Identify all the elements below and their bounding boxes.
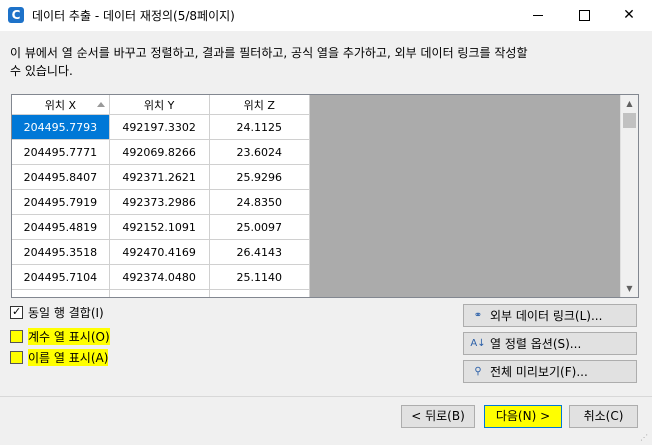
full-preview-button[interactable]: ⚲ 전체 미리보기(F)... [463, 360, 637, 383]
table-cell[interactable]: 24.1125 [209, 114, 311, 140]
table-cell[interactable]: 204495.7104 [12, 264, 110, 290]
show-count-checkbox[interactable] [10, 329, 23, 343]
sort-az-icon: A↓ [470, 337, 486, 349]
table-cell[interactable]: 23.6024 [209, 139, 311, 165]
column-sort-options-button[interactable]: A↓ 열 정렬 옵션(S)... [463, 332, 637, 355]
close-button[interactable]: ✕ [606, 0, 652, 31]
scroll-up-icon[interactable]: ▲ [621, 95, 638, 112]
maximize-button[interactable] [561, 0, 607, 31]
table-cell[interactable]: 492373.2986 [109, 189, 210, 215]
table-row[interactable]: 204495.7104 492374.0480 25.1140 [12, 264, 311, 290]
minimize-button[interactable] [515, 0, 561, 31]
back-button[interactable]: < 뒤로(B) [401, 405, 475, 428]
table-row[interactable]: 204495.7793 492197.3302 24.1125 [12, 114, 311, 140]
full-preview-label: 전체 미리보기(F)... [490, 365, 588, 379]
column-header-label: 위치 Y [143, 98, 175, 112]
table-cell[interactable]: 492371.2621 [109, 164, 210, 190]
table-cell[interactable]: 204495.4986 [12, 289, 110, 297]
resize-grip-icon[interactable]: ⋰ [640, 433, 650, 443]
show-count-label: 계수 열 표시(O) [28, 327, 110, 345]
link-icon: ⚭ [473, 309, 483, 321]
table-header-row: 위치 X 위치 Y 위치 Z [12, 95, 311, 115]
minimize-icon [533, 14, 543, 16]
table-cell[interactable]: 492069.8266 [109, 139, 210, 165]
scroll-down-icon[interactable]: ▼ [621, 280, 638, 297]
table-cell[interactable]: 204495.8407 [12, 164, 110, 190]
table-cell[interactable]: 492197.3302 [109, 114, 210, 140]
table-cell[interactable]: 25.6989 [209, 289, 311, 297]
table-cell[interactable]: 25.1140 [209, 264, 311, 290]
table-row[interactable]: 204495.4986 492375.4165 25.6989 [12, 289, 311, 297]
table-cell[interactable]: 25.9296 [209, 164, 311, 190]
column-header-y[interactable]: 위치 Y [109, 95, 210, 115]
show-count-option[interactable]: 계수 열 표시(O) [10, 327, 110, 345]
column-sort-options-label: 열 정렬 옵션(S)... [490, 337, 582, 351]
table-cell[interactable]: 492375.4165 [109, 289, 210, 297]
table-row[interactable]: 204495.8407 492371.2621 25.9296 [12, 164, 311, 190]
external-data-link-label: 외부 데이터 링크(L)... [490, 309, 603, 323]
preview-magnifier-icon: ⚲ [474, 365, 482, 377]
table-cell[interactable]: 492152.1091 [109, 214, 210, 240]
show-name-label: 이름 열 표시(A) [28, 348, 109, 366]
vertical-scrollbar[interactable]: ▲ ▼ [620, 95, 638, 297]
table-row[interactable]: 204495.7771 492069.8266 23.6024 [12, 139, 311, 165]
next-button[interactable]: 다음(N) > [484, 405, 562, 428]
combine-rows-label: 동일 행 결합(I) [28, 305, 104, 320]
data-grid[interactable]: 위치 X 위치 Y 위치 Z 204495.7793 492197.3302 2… [11, 94, 639, 298]
table-cell[interactable]: 24.8350 [209, 189, 311, 215]
table-cell[interactable]: 25.0097 [209, 214, 311, 240]
table-cell[interactable]: 492470.4169 [109, 239, 210, 265]
external-data-link-button[interactable]: ⚭ 외부 데이터 링크(L)... [463, 304, 637, 327]
cancel-button[interactable]: 취소(C) [569, 405, 638, 428]
close-icon: ✕ [623, 7, 635, 23]
show-name-checkbox[interactable] [10, 350, 23, 364]
title-bar: C 데이터 추출 - 데이터 재정의(5/8페이지) ✕ [0, 0, 652, 31]
data-table: 위치 X 위치 Y 위치 Z 204495.7793 492197.3302 2… [12, 95, 311, 297]
app-icon: C [8, 7, 24, 23]
column-header-label: 위치 X [44, 98, 77, 112]
table-cell[interactable]: 204495.7771 [12, 139, 110, 165]
column-header-z[interactable]: 위치 Z [209, 95, 311, 115]
table-cell[interactable]: 204495.7793 [12, 114, 110, 140]
table-row[interactable]: 204495.4819 492152.1091 25.0097 [12, 214, 311, 240]
table-cell[interactable]: 204495.3518 [12, 239, 110, 265]
table-cell[interactable]: 204495.7919 [12, 189, 110, 215]
page-description: 이 뷰에서 열 순서를 바꾸고 정렬하고, 결과를 필터하고, 공식 열을 추가… [10, 46, 528, 78]
window-title: 데이터 추출 - 데이터 재정의(5/8페이지) [32, 9, 235, 23]
show-name-option[interactable]: 이름 열 표시(A) [10, 348, 109, 366]
table-cell[interactable]: 26.4143 [209, 239, 311, 265]
table-cell[interactable]: 492374.0480 [109, 264, 210, 290]
maximize-icon [578, 9, 590, 21]
scroll-thumb[interactable] [623, 113, 636, 128]
table-row[interactable]: 204495.3518 492470.4169 26.4143 [12, 239, 311, 265]
divider [0, 396, 652, 397]
combine-rows-checkbox[interactable] [10, 305, 23, 319]
sort-ascending-icon [96, 102, 105, 107]
dialog-window: C 데이터 추출 - 데이터 재정의(5/8페이지) ✕ 이 뷰에서 열 순서를… [0, 0, 652, 445]
column-header-x[interactable]: 위치 X [12, 95, 110, 115]
table-row[interactable]: 204495.7919 492373.2986 24.8350 [12, 189, 311, 215]
combine-rows-option[interactable]: 동일 행 결합(I) [10, 304, 104, 320]
column-header-label: 위치 Z [243, 98, 275, 112]
table-cell[interactable]: 204495.4819 [12, 214, 110, 240]
